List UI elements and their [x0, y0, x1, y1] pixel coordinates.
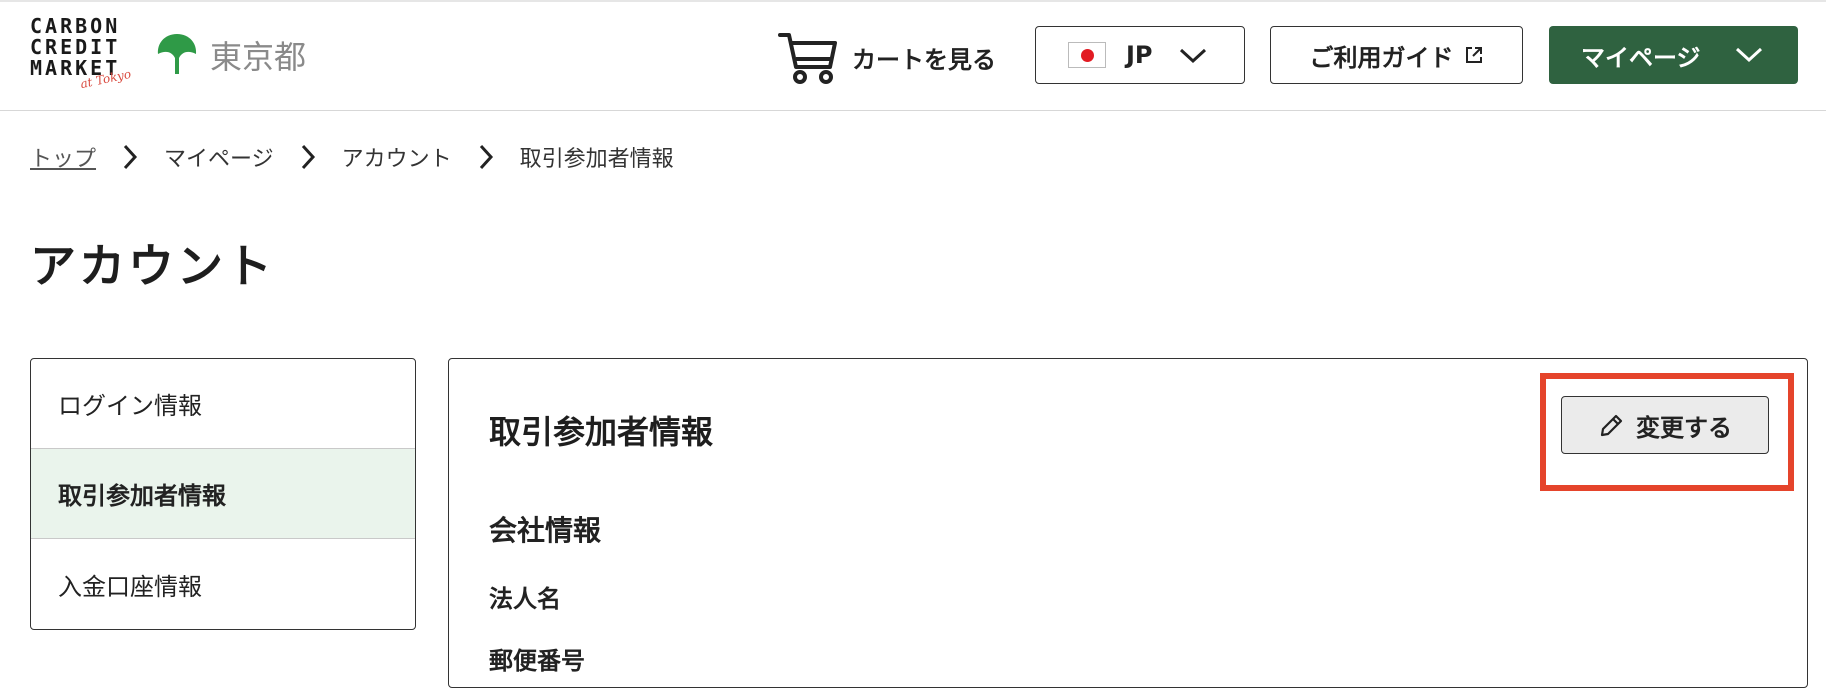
- tokyo-ginkgo-icon: [157, 34, 197, 74]
- cart-label: カートを見る: [852, 45, 996, 74]
- chevron-down-icon: [1179, 48, 1207, 64]
- sidemenu-item-participant-info[interactable]: 取引参加者情報: [31, 449, 415, 539]
- user-guide-button[interactable]: ご利用ガイド: [1270, 26, 1523, 84]
- cart-icon: [778, 33, 837, 84]
- view-cart-button[interactable]: カートを見る: [778, 26, 996, 88]
- language-selector[interactable]: JP: [1035, 26, 1245, 84]
- edit-button-label: 変更する: [1636, 413, 1732, 442]
- edit-button[interactable]: 変更する: [1561, 396, 1769, 454]
- chevron-right-icon: [122, 144, 138, 170]
- mypage-label: マイページ: [1581, 43, 1701, 72]
- logo-line-2: CREDIT: [30, 35, 121, 59]
- logo-line-1: CARBON: [30, 14, 121, 38]
- chevron-down-icon: [1735, 47, 1763, 63]
- field-label-corporate-name: 法人名: [489, 585, 561, 613]
- breadcrumb-current: 取引参加者情報: [519, 147, 674, 172]
- pencil-icon: [1600, 414, 1623, 437]
- panel-title: 取引参加者情報: [489, 413, 714, 451]
- chevron-right-icon: [300, 144, 316, 170]
- jp-flag-icon: [1068, 42, 1106, 68]
- field-label-postal-code: 郵便番号: [489, 647, 585, 675]
- breadcrumb-top-link[interactable]: トップ: [30, 141, 96, 173]
- breadcrumb: トップ マイページ アカウント 取引参加者情報: [30, 140, 674, 174]
- mypage-menu-button[interactable]: マイページ: [1549, 26, 1798, 84]
- page-title: アカウント: [30, 239, 275, 293]
- site-header: CARBON CREDIT MARKET at Tokyo 東京都 カートを見る…: [0, 0, 1826, 111]
- sidemenu-item-login-info[interactable]: ログイン情報: [31, 359, 415, 449]
- section-heading-company-info: 会社情報: [489, 514, 602, 547]
- sidemenu-item-deposit-account[interactable]: 入金口座情報: [31, 539, 415, 629]
- account-side-menu: ログイン情報 取引参加者情報 入金口座情報: [30, 358, 416, 630]
- tokyo-metropolitan-text: 東京都: [210, 38, 307, 76]
- chevron-right-icon: [478, 144, 494, 170]
- breadcrumb-account: アカウント: [341, 147, 452, 172]
- external-link-icon: [1465, 47, 1482, 63]
- breadcrumb-mypage: マイページ: [164, 147, 274, 172]
- language-label: JP: [1126, 41, 1153, 69]
- user-guide-label: ご利用ガイド: [1309, 43, 1454, 72]
